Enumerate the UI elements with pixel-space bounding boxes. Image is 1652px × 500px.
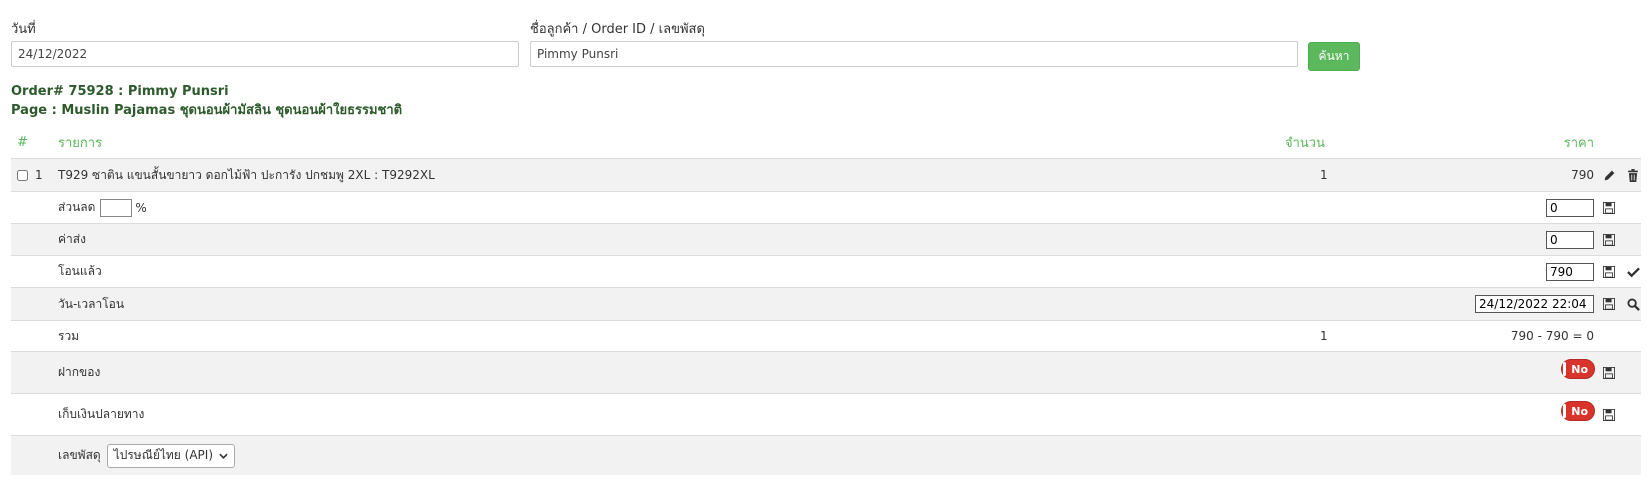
table-row: 1 T929 ซาติน แขนสั้นขายาว ดอกไม้ฟ้า ปะกา…	[11, 158, 1641, 191]
transferred-input[interactable]	[1546, 262, 1594, 281]
item-qty: 1	[1320, 168, 1328, 182]
customer-search-input[interactable]	[530, 41, 1298, 67]
header-qty: จำนวน	[1285, 135, 1325, 151]
save-icon[interactable]	[1601, 232, 1617, 248]
shipping-row: ค่าส่ง	[11, 223, 1641, 255]
order-info: Order# 75928 : Pimmy Punsri Page : Musli…	[11, 82, 402, 120]
total-row: รวม 1 790 - 790 = 0	[11, 320, 1641, 351]
item-price: 790	[1571, 168, 1594, 182]
discount-input[interactable]	[1546, 198, 1594, 217]
cod-toggle[interactable]: No	[1561, 401, 1595, 421]
total-label: รวม	[58, 328, 80, 343]
trash-icon[interactable]	[1625, 167, 1641, 183]
total-qty: 1	[1320, 329, 1328, 343]
pencil-icon[interactable]	[1601, 167, 1617, 183]
item-checkbox[interactable]	[17, 169, 28, 181]
percent-sign: %	[135, 200, 147, 215]
deposit-toggle[interactable]: No	[1561, 359, 1595, 379]
tracking-label: เลขพัสดุ	[58, 448, 101, 462]
save-icon[interactable]	[1601, 365, 1617, 381]
deposit-label: ฝากของ	[58, 365, 101, 379]
discount-row: ส่วนลด %	[11, 191, 1641, 223]
header-num: #	[17, 134, 28, 150]
transfer-time-input[interactable]	[1475, 295, 1594, 313]
date-label: วันที่	[11, 22, 36, 37]
carrier-select[interactable]: ไปรษณีย์ไทย (API)	[106, 443, 235, 468]
search-button[interactable]: ค้นหา	[1308, 42, 1360, 71]
discount-label: ส่วนลด	[58, 200, 96, 214]
item-index: 1	[35, 168, 43, 182]
check-icon[interactable]	[1625, 264, 1641, 280]
tracking-row: เลขพัสดุ ไปรษณีย์ไทย (API)	[11, 435, 1641, 475]
total-calc: 790 - 790 = 0	[1510, 329, 1594, 343]
header-item: รายการ	[58, 135, 103, 151]
cod-row: เก็บเงินปลายทาง No	[11, 393, 1641, 435]
order-table: # รายการ จำนวน ราคา 1 T929 ซาติน แขนสั้น…	[11, 126, 1641, 475]
shipping-label: ค่าส่ง	[58, 232, 86, 246]
save-icon[interactable]	[1601, 407, 1617, 423]
save-icon[interactable]	[1601, 296, 1617, 312]
carrier-select-value: ไปรษณีย์ไทย (API)	[113, 448, 213, 462]
customer-label: ชื่อลูกค้า / Order ID / เลขพัสดุ	[530, 22, 705, 37]
save-icon[interactable]	[1601, 200, 1617, 216]
transferred-label: โอนแล้ว	[58, 264, 102, 278]
discount-percent-input[interactable]	[100, 198, 133, 217]
chevron-down-icon	[219, 453, 228, 459]
deposit-row: ฝากของ No	[11, 351, 1641, 393]
table-header: # รายการ จำนวน ราคา	[11, 126, 1641, 158]
shipping-input[interactable]	[1546, 230, 1594, 249]
order-page: Page : Muslin Pajamas ชุดนอนผ้ามัสลิน ชุ…	[11, 103, 403, 118]
item-name: T929 ซาติน แขนสั้นขายาว ดอกไม้ฟ้า ปะการั…	[58, 167, 435, 182]
transfer-time-row: วัน-เวลาโอน	[11, 287, 1641, 320]
order-title: Order# 75928 : Pimmy Punsri	[11, 84, 229, 99]
cod-label: เก็บเงินปลายทาง	[58, 407, 145, 421]
header-price: ราคา	[1563, 135, 1594, 151]
search-icon[interactable]	[1625, 296, 1641, 312]
search-form: วันที่ ชื่อลูกค้า / Order ID / เลขพัสดุ …	[11, 18, 1641, 78]
date-input[interactable]	[11, 41, 519, 67]
transferred-row: โอนแล้ว	[11, 255, 1641, 287]
save-icon[interactable]	[1601, 264, 1617, 280]
transfer-time-label: วัน-เวลาโอน	[58, 296, 125, 311]
